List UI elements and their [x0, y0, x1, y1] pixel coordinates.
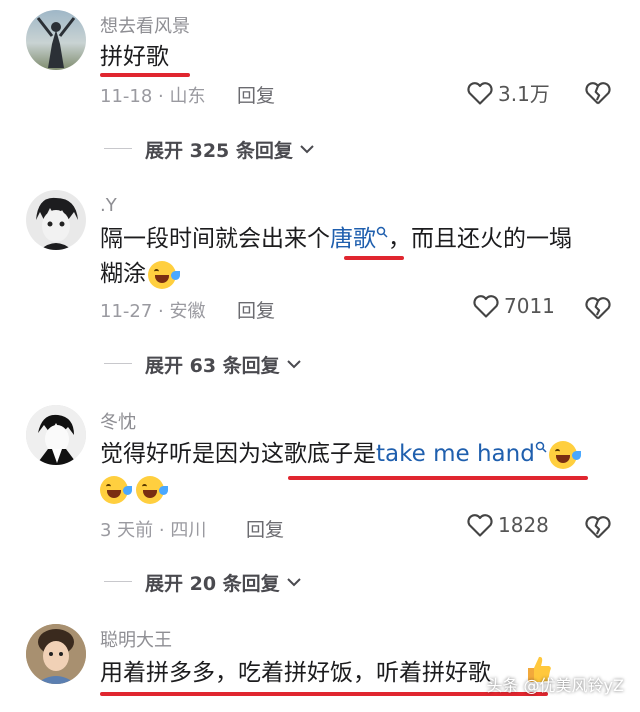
- like-button[interactable]: 7011: [472, 293, 555, 319]
- expand-replies-label[interactable]: 展开 20 条回复: [145, 569, 302, 596]
- expand-replies-2[interactable]: 展开 63 条回复: [0, 351, 640, 377]
- laughing-emoji: [548, 440, 581, 469]
- comment-meta: 3 天前 · 四川: [100, 520, 207, 541]
- comment-text: 觉得好听是因为这歌底子是take me hand: [100, 437, 616, 507]
- expand-replies-label[interactable]: 展开 63 条回复: [145, 351, 302, 378]
- avatar[interactable]: [26, 405, 86, 465]
- username[interactable]: 聪明大王: [100, 626, 172, 652]
- comment-meta: 11-27 · 安徽: [100, 301, 206, 322]
- chevron-down-icon: [286, 578, 301, 587]
- chevron-down-icon: [300, 145, 314, 154]
- divider-line: [104, 581, 132, 582]
- avatar[interactable]: [26, 190, 86, 250]
- broken-heart-icon: [585, 297, 611, 320]
- highlight-underline: [288, 476, 588, 480]
- laughing-emoji: [136, 475, 168, 504]
- reply-button[interactable]: 回复: [246, 515, 284, 542]
- laughing-emoji: [148, 260, 180, 289]
- laughing-emoji: [100, 475, 132, 504]
- like-count: 1828: [498, 513, 549, 537]
- like-count: 7011: [504, 294, 555, 318]
- username[interactable]: .Y: [100, 195, 117, 216]
- reply-button[interactable]: 回复: [237, 81, 275, 108]
- divider-line: [104, 363, 132, 364]
- comment-1: 想去看风景 拼好歌 11-18 · 山东 回复 3.1万: [0, 0, 640, 130]
- username[interactable]: 想去看风景: [100, 12, 190, 38]
- avatar[interactable]: [26, 624, 86, 684]
- highlight-underline: [344, 256, 404, 260]
- dislike-button[interactable]: [584, 295, 612, 325]
- expand-replies-3[interactable]: 展开 20 条回复: [0, 569, 640, 595]
- child-photo-avatar: [26, 624, 86, 684]
- search-link[interactable]: 唐歌: [330, 226, 376, 252]
- search-icon[interactable]: [376, 226, 388, 238]
- heart-icon: [473, 295, 499, 318]
- comment-4: 聪明大王 用着拼多多，吃着拼好饭，听着拼好歌: [0, 618, 640, 712]
- username[interactable]: 冬忱: [100, 408, 136, 434]
- dislike-button[interactable]: [584, 80, 612, 110]
- anime-avatar-icon: [26, 405, 86, 465]
- reply-button[interactable]: 回复: [237, 296, 275, 323]
- heart-icon: [467, 514, 493, 537]
- comment-2: .Y 隔一段时间就会出来个唐歌 ，而且还火的一塌 糊涂 11-27 · 安徽 回复…: [0, 185, 640, 335]
- dislike-button[interactable]: [584, 514, 612, 544]
- highlight-underline: [100, 692, 548, 696]
- like-button[interactable]: 3.1万: [466, 78, 550, 107]
- highlight-underline: [100, 73, 190, 77]
- broken-heart-icon: [585, 82, 611, 105]
- like-count: 3.1万: [498, 82, 550, 106]
- search-link[interactable]: take me hand: [376, 441, 535, 467]
- expand-replies-label[interactable]: 展开 325 条回复: [145, 136, 315, 163]
- comment-text: 拼好歌: [100, 44, 169, 70]
- expand-replies-1[interactable]: 展开 325 条回复: [0, 136, 640, 162]
- like-button[interactable]: 1828: [466, 512, 549, 538]
- avatar[interactable]: [26, 10, 86, 70]
- person-silhouette-icon: [36, 17, 76, 68]
- search-icon[interactable]: [535, 441, 547, 453]
- watermark: 头条 @优美风铃yZ: [486, 676, 624, 695]
- comment-3: 冬忱 觉得好听是因为这歌底子是take me hand 3 天前 · 四川 回复…: [0, 400, 640, 550]
- anime-avatar-icon: [36, 197, 78, 250]
- heart-icon: [467, 81, 493, 105]
- divider-line: [104, 148, 132, 149]
- chevron-down-icon: [286, 360, 301, 369]
- comment-meta: 11-18 · 山东: [100, 86, 206, 107]
- broken-heart-icon: [585, 516, 611, 539]
